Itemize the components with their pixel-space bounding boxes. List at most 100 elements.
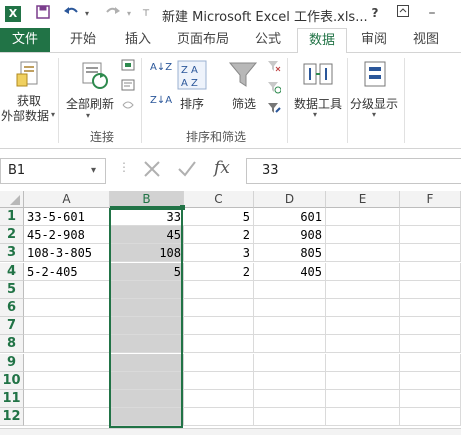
row-header-7[interactable]: 7 [0,317,24,336]
fill-handle[interactable] [180,205,185,210]
tab-formulas[interactable]: 公式 [244,28,292,52]
column-header-e[interactable]: E [326,191,400,208]
cell-a1[interactable]: 33-5-601 [24,208,110,226]
cell-b1[interactable]: 33 [110,208,184,226]
cell-e4[interactable] [326,262,400,281]
row-header-8[interactable]: 8 [0,335,24,354]
cell-d11[interactable] [254,390,326,408]
cell-b12[interactable] [110,408,184,427]
save-icon[interactable] [34,5,52,23]
cell-e5[interactable] [326,280,400,299]
cell-e11[interactable] [326,390,400,408]
row-header-4[interactable]: 4 [0,262,24,281]
refresh-all-icon[interactable] [80,60,110,93]
cell-c12[interactable] [184,408,254,427]
cell-c4[interactable]: 2 [184,262,254,281]
row-header-10[interactable]: 10 [0,371,24,390]
cell-a3[interactable]: 108-3-805 [24,244,110,263]
cell-d3[interactable]: 805 [254,244,326,263]
select-all-corner[interactable] [0,191,24,208]
cell-b4[interactable]: 5 [110,262,184,281]
cell-d5[interactable] [254,280,326,299]
cell-c3[interactable]: 3 [184,244,254,263]
tab-review[interactable]: 审阅 [352,28,396,52]
cell-b3[interactable]: 108 [110,244,184,263]
tab-data[interactable]: 数据 [297,28,347,54]
undo-icon[interactable] [62,5,80,23]
cell-d8[interactable] [254,335,326,354]
data-tools-label[interactable]: 数据工具 [291,95,345,112]
column-header-c[interactable]: C [184,191,254,208]
row-header-5[interactable]: 5 [0,280,24,299]
cell-d4[interactable]: 405 [254,262,326,281]
cell-f7[interactable] [400,317,461,336]
filter-label[interactable]: 筛选 [224,95,264,112]
cell-e1[interactable] [326,208,400,226]
cell-a9[interactable] [24,353,110,372]
sort-label[interactable]: 排序 [172,95,212,112]
cell-c5[interactable] [184,280,254,299]
clear-filter-icon[interactable] [267,59,281,76]
tab-view[interactable]: 视图 [404,28,448,52]
cell-c10[interactable] [184,371,254,390]
cell-e10[interactable] [326,371,400,390]
cell-d6[interactable] [254,299,326,317]
cell-c1[interactable]: 5 [184,208,254,226]
row-header-11[interactable]: 11 [0,390,24,408]
properties-icon[interactable] [121,79,135,94]
cell-d1[interactable]: 601 [254,208,326,226]
sort-z-to-a-icon[interactable]: Z↓A [150,95,172,106]
insert-function-icon[interactable]: fx [214,158,230,178]
cell-e12[interactable] [326,408,400,427]
cell-d7[interactable] [254,317,326,336]
column-header-d[interactable]: D [254,191,326,208]
cell-c11[interactable] [184,390,254,408]
cell-a2[interactable]: 45-2-908 [24,226,110,245]
cell-a10[interactable] [24,371,110,390]
data-tools-icon[interactable] [303,60,333,91]
cell-a6[interactable] [24,299,110,317]
column-header-a[interactable]: A [24,191,110,208]
refresh-all-dropdown-icon[interactable]: ▾ [86,111,90,120]
column-header-f[interactable]: F [400,191,461,208]
row-header-6[interactable]: 6 [0,299,24,317]
sort-icon[interactable]: Z A A Z [177,60,207,93]
tab-page-layout[interactable]: 页面布局 [170,28,236,52]
ribbon-display-options-icon[interactable] [393,4,413,22]
get-external-data-icon[interactable] [15,60,43,93]
cell-f2[interactable] [400,226,461,245]
data-tools-dropdown-icon[interactable]: ▾ [313,110,317,119]
cancel-icon[interactable] [140,158,164,183]
undo-dropdown-icon[interactable]: ▾ [82,5,92,23]
cell-b10[interactable] [110,371,184,390]
cell-a8[interactable] [24,335,110,354]
cell-f11[interactable] [400,390,461,408]
sort-a-to-z-icon[interactable]: A↓Z [150,62,172,73]
cell-a7[interactable] [24,317,110,336]
cell-f9[interactable] [400,353,461,372]
get-external-data-dropdown-icon[interactable]: ▾ [51,110,55,119]
cell-f1[interactable] [400,208,461,226]
outline-icon[interactable] [362,60,388,91]
cell-f5[interactable] [400,280,461,299]
get-external-data-label-2[interactable]: 外部数据 [0,107,52,124]
row-header-1[interactable]: 1 [0,208,24,226]
refresh-all-label[interactable]: 全部刷新 [64,95,116,112]
cell-c7[interactable] [184,317,254,336]
customize-toolbar-icon[interactable]: ⊤ [140,5,152,23]
cell-a4[interactable]: 5-2-405 [24,262,110,281]
cell-a11[interactable] [24,390,110,408]
cell-b8[interactable] [110,335,184,354]
cell-e3[interactable] [326,244,400,263]
cell-e2[interactable] [326,226,400,245]
row-header-2[interactable]: 2 [0,226,24,245]
cell-f10[interactable] [400,371,461,390]
cell-b9[interactable] [110,353,184,372]
cell-d10[interactable] [254,371,326,390]
filter-icon[interactable] [228,60,258,93]
cell-e9[interactable] [326,353,400,372]
help-button[interactable]: ? [365,4,385,22]
cell-c2[interactable]: 2 [184,226,254,245]
cell-b6[interactable] [110,299,184,317]
cell-f8[interactable] [400,335,461,354]
